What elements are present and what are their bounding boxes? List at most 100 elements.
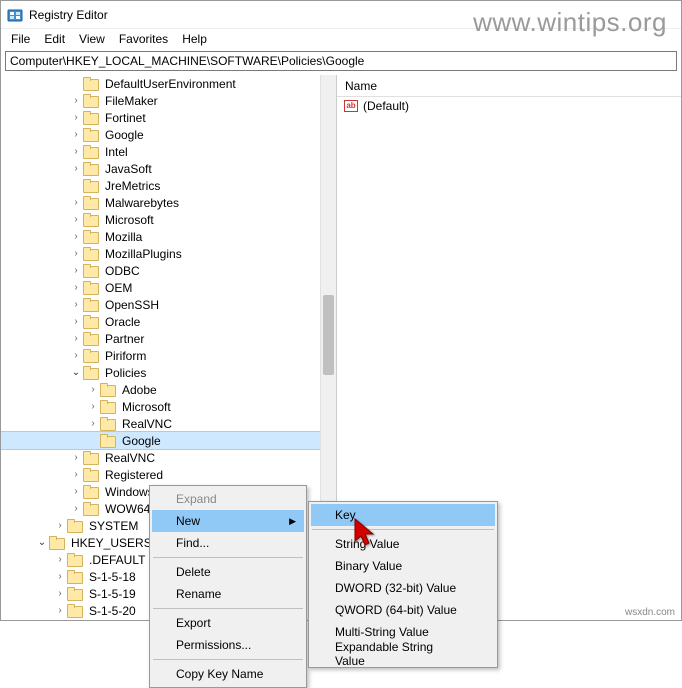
expander-closed-icon[interactable]: › [69, 248, 83, 259]
tree-item-label: JavaSoft [103, 162, 154, 176]
ctx-new-key[interactable]: Key [311, 504, 495, 526]
expander-closed-icon[interactable]: › [69, 231, 83, 242]
expander-closed-icon[interactable]: › [69, 503, 83, 514]
tree-item[interactable]: ›Fortinet [1, 109, 336, 126]
expander-closed-icon[interactable]: › [53, 520, 67, 531]
expander-closed-icon[interactable]: › [69, 282, 83, 293]
separator [312, 529, 494, 530]
tree-item[interactable]: ›MozillaPlugins [1, 245, 336, 262]
folder-icon [83, 196, 99, 210]
expander-closed-icon[interactable]: › [69, 452, 83, 463]
expander-closed-icon[interactable]: › [69, 146, 83, 157]
expander-closed-icon[interactable]: › [69, 163, 83, 174]
expander-closed-icon[interactable]: › [69, 486, 83, 497]
expander-closed-icon[interactable]: › [69, 112, 83, 123]
tree-item[interactable]: ›Microsoft [1, 211, 336, 228]
list-row-default[interactable]: ab (Default) [337, 97, 681, 114]
tree-item[interactable]: ›Intel [1, 143, 336, 160]
tree-item[interactable]: ›Registered [1, 466, 336, 483]
expander-closed-icon[interactable]: › [69, 333, 83, 344]
scroll-thumb[interactable] [323, 295, 334, 375]
expander-open-icon[interactable]: ⌄ [69, 367, 83, 378]
expander-closed-icon[interactable]: › [53, 571, 67, 582]
ctx-new[interactable]: New▶ [152, 510, 304, 532]
ctx-new-string[interactable]: String Value [311, 533, 495, 555]
expander-none [86, 435, 100, 446]
tree-item[interactable]: › Google [1, 126, 336, 143]
column-header-name[interactable]: Name [337, 75, 681, 97]
ctx-delete[interactable]: Delete [152, 561, 304, 583]
expander-closed-icon[interactable]: › [69, 214, 83, 225]
ctx-export[interactable]: Export [152, 612, 304, 634]
menu-favorites[interactable]: Favorites [113, 30, 174, 48]
expander-closed-icon[interactable]: › [86, 418, 100, 429]
tree-item-label: Policies [103, 366, 148, 380]
folder-icon [83, 349, 99, 363]
expander-closed-icon[interactable]: › [69, 265, 83, 276]
ctx-new-expand[interactable]: Expandable String Value [311, 643, 495, 665]
tree-item[interactable]: DefaultUserEnvironment [1, 75, 336, 92]
menu-edit[interactable]: Edit [38, 30, 71, 48]
expander-closed-icon[interactable]: › [86, 401, 100, 412]
tree-item[interactable]: ›RealVNC [1, 449, 336, 466]
expander-open-icon[interactable]: ⌄ [35, 537, 49, 548]
tree-item[interactable]: › Piriform [1, 347, 336, 364]
tree-item[interactable]: › FileMaker [1, 92, 336, 109]
tree-item[interactable]: ›OEM [1, 279, 336, 296]
expander-closed-icon[interactable]: › [69, 197, 83, 208]
tree-item-label: DefaultUserEnvironment [103, 77, 238, 91]
tree-item[interactable]: ›Mozilla [1, 228, 336, 245]
ctx-rename[interactable]: Rename [152, 583, 304, 605]
expander-closed-icon[interactable]: › [69, 469, 83, 480]
tree-item[interactable]: ›Malwarebytes [1, 194, 336, 211]
expander-closed-icon[interactable]: › [53, 605, 67, 616]
ctx-find[interactable]: Find... [152, 532, 304, 554]
ctx-permissions[interactable]: Permissions... [152, 634, 304, 656]
tree-item[interactable]: › Partner [1, 330, 336, 347]
ctx-new-qword[interactable]: QWORD (64-bit) Value [311, 599, 495, 621]
expander-closed-icon[interactable]: › [69, 299, 83, 310]
folder-icon [83, 485, 99, 499]
address-input[interactable]: Computer\HKEY_LOCAL_MACHINE\SOFTWARE\Pol… [5, 51, 677, 71]
tree-item-label: Piriform [103, 349, 148, 363]
tree-item[interactable]: ›Adobe [1, 381, 336, 398]
folder-icon [49, 536, 65, 550]
expander-closed-icon[interactable]: › [53, 554, 67, 565]
tree-item[interactable]: ›Oracle [1, 313, 336, 330]
expander-closed-icon[interactable]: › [86, 384, 100, 395]
ctx-new-binary[interactable]: Binary Value [311, 555, 495, 577]
ctx-expand[interactable]: Expand [152, 488, 304, 510]
tree-item[interactable]: ›Microsoft [1, 398, 336, 415]
ctx-new-dword[interactable]: DWORD (32-bit) Value [311, 577, 495, 599]
folder-icon [83, 332, 99, 346]
tree-item-label: Partner [103, 332, 146, 346]
tree-item-label: Google [103, 128, 146, 142]
string-value-icon: ab [343, 98, 359, 114]
tree-item[interactable]: › JavaSoft [1, 160, 336, 177]
tree-item[interactable]: ›OpenSSH [1, 296, 336, 313]
expander-closed-icon[interactable]: › [53, 588, 67, 599]
separator [153, 659, 303, 660]
expander-none [69, 180, 83, 191]
tree-item[interactable]: ⌄ Policies [1, 364, 336, 381]
tree-item[interactable]: ›RealVNC [1, 415, 336, 432]
ctx-copy-key-name[interactable]: Copy Key Name [152, 663, 304, 685]
tree-item-label: SYSTEM [87, 519, 140, 533]
tree-item[interactable]: Google [1, 432, 336, 449]
context-menu: Expand New▶ Find... Delete Rename Export… [149, 485, 307, 688]
expander-closed-icon[interactable]: › [69, 316, 83, 327]
tree-item-label: S-1-5-20 [87, 604, 138, 618]
folder-icon [83, 315, 99, 329]
tree-item[interactable]: JreMetrics [1, 177, 336, 194]
tree-item-label: FileMaker [103, 94, 160, 108]
menu-file[interactable]: File [5, 30, 36, 48]
folder-icon [67, 587, 83, 601]
separator [153, 557, 303, 558]
expander-closed-icon[interactable]: › [69, 350, 83, 361]
expander-closed-icon[interactable]: › [69, 129, 83, 140]
tree-item[interactable]: ›ODBC [1, 262, 336, 279]
menu-view[interactable]: View [73, 30, 111, 48]
folder-icon [67, 553, 83, 567]
expander-closed-icon[interactable]: › [69, 95, 83, 106]
menu-help[interactable]: Help [176, 30, 213, 48]
